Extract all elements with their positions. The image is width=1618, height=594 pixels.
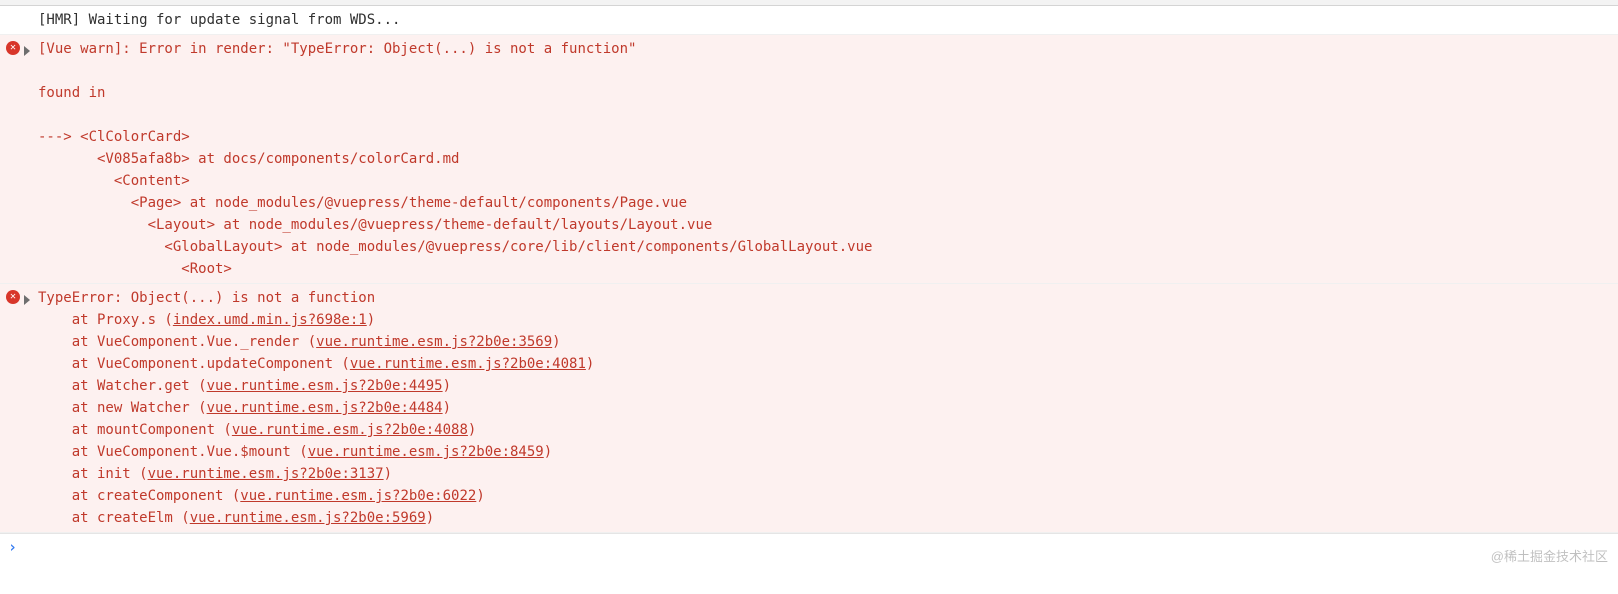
- stack-frame: at Proxy.s (index.umd.min.js?698e:1): [38, 309, 1610, 331]
- stack-suffix: ): [443, 378, 451, 394]
- stack-prefix: at init (: [38, 466, 148, 482]
- source-link[interactable]: vue.runtime.esm.js?2b0e:4484: [207, 400, 443, 416]
- error-message: TypeError: Object(...) is not a function…: [38, 287, 1618, 529]
- source-link[interactable]: vue.runtime.esm.js?2b0e:8459: [308, 444, 544, 460]
- stack-prefix: at mountComponent (: [38, 422, 232, 438]
- stack-prefix: at createComponent (: [38, 488, 240, 504]
- source-link[interactable]: index.umd.min.js?698e:1: [173, 312, 367, 328]
- source-link[interactable]: vue.runtime.esm.js?2b0e:4088: [232, 422, 468, 438]
- component-tree: ---> <ClColorCard> <V085afa8b> at docs/c…: [38, 129, 872, 277]
- gutter: ✕: [6, 38, 38, 56]
- stack-frame: at VueComponent.Vue.$mount (vue.runtime.…: [38, 441, 1610, 463]
- stack-prefix: at new Watcher (: [38, 400, 207, 416]
- source-link[interactable]: vue.runtime.esm.js?2b0e:3137: [148, 466, 384, 482]
- error-message: [Vue warn]: Error in render: "TypeError:…: [38, 38, 1618, 280]
- stack-prefix: at VueComponent.Vue._render (: [38, 334, 316, 350]
- source-link[interactable]: vue.runtime.esm.js?2b0e:4081: [350, 356, 586, 372]
- gutter: [6, 9, 38, 12]
- stack-prefix: at createElm (: [38, 510, 190, 526]
- error-row-typeerror: ✕ TypeError: Object(...) is not a functi…: [0, 284, 1618, 533]
- gutter: ✕: [6, 287, 38, 305]
- source-link[interactable]: vue.runtime.esm.js?2b0e:6022: [240, 488, 476, 504]
- stack-prefix: at Proxy.s (: [38, 312, 173, 328]
- log-row-hmr: [HMR] Waiting for update signal from WDS…: [0, 6, 1618, 35]
- stack-frame: at createElm (vue.runtime.esm.js?2b0e:59…: [38, 507, 1610, 529]
- stack-suffix: ): [476, 488, 484, 504]
- stack-trace: at Proxy.s (index.umd.min.js?698e:1) at …: [38, 309, 1610, 529]
- source-link[interactable]: vue.runtime.esm.js?2b0e:4495: [207, 378, 443, 394]
- stack-prefix: at VueComponent.updateComponent (: [38, 356, 350, 372]
- stack-frame: at mountComponent (vue.runtime.esm.js?2b…: [38, 419, 1610, 441]
- error-icon: ✕: [6, 41, 20, 55]
- stack-suffix: ): [586, 356, 594, 372]
- stack-prefix: at Watcher.get (: [38, 378, 207, 394]
- stack-suffix: ): [468, 422, 476, 438]
- stack-suffix: ): [367, 312, 375, 328]
- stack-frame: at new Watcher (vue.runtime.esm.js?2b0e:…: [38, 397, 1610, 419]
- source-link[interactable]: vue.runtime.esm.js?2b0e:3569: [316, 334, 552, 350]
- stack-frame: at VueComponent.updateComponent (vue.run…: [38, 353, 1610, 375]
- stack-suffix: ): [443, 400, 451, 416]
- log-message: [HMR] Waiting for update signal from WDS…: [38, 9, 1618, 31]
- error-header: [Vue warn]: Error in render: "TypeError:…: [38, 41, 636, 57]
- prompt-caret-icon: ›: [6, 536, 23, 558]
- stack-suffix: ): [384, 466, 392, 482]
- stack-suffix: ): [552, 334, 560, 350]
- disclosure-triangle[interactable]: [24, 295, 30, 305]
- stack-prefix: at VueComponent.Vue.$mount (: [38, 444, 308, 460]
- source-link[interactable]: vue.runtime.esm.js?2b0e:5969: [190, 510, 426, 526]
- error-icon: ✕: [6, 290, 20, 304]
- error-row-vue-warn: ✕ [Vue warn]: Error in render: "TypeErro…: [0, 35, 1618, 284]
- stack-suffix: ): [426, 510, 434, 526]
- stack-frame: at createComponent (vue.runtime.esm.js?2…: [38, 485, 1610, 507]
- stack-frame: at VueComponent.Vue._render (vue.runtime…: [38, 331, 1610, 353]
- error-header: TypeError: Object(...) is not a function: [38, 290, 375, 306]
- console-input[interactable]: [23, 536, 1618, 558]
- stack-frame: at Watcher.get (vue.runtime.esm.js?2b0e:…: [38, 375, 1610, 397]
- stack-frame: at init (vue.runtime.esm.js?2b0e:3137): [38, 463, 1610, 485]
- found-in-label: found in: [38, 85, 105, 101]
- console-prompt-row[interactable]: ›: [0, 533, 1618, 560]
- stack-suffix: ): [544, 444, 552, 460]
- disclosure-triangle[interactable]: [24, 46, 30, 56]
